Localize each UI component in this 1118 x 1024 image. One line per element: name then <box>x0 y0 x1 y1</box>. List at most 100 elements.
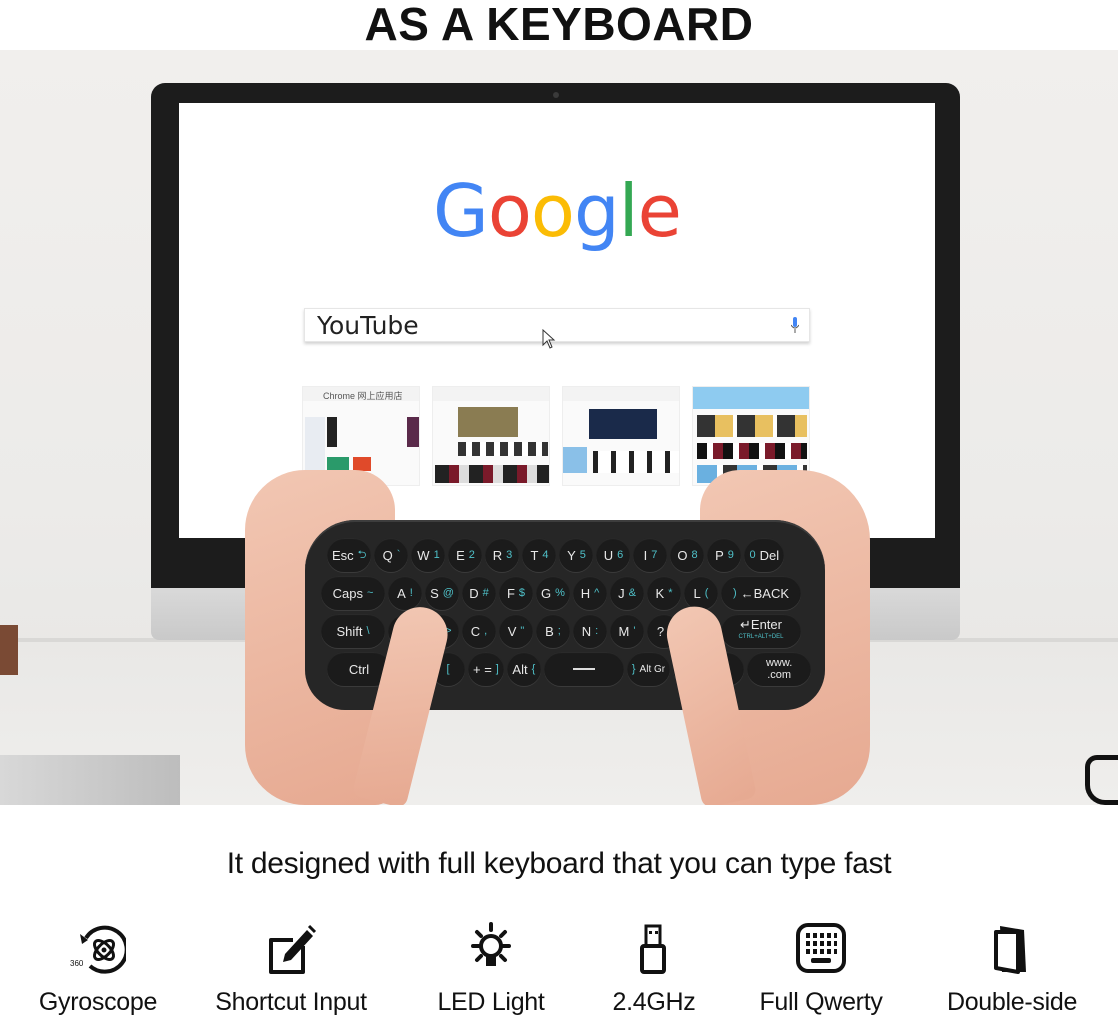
key-label: R <box>492 547 503 563</box>
key-altgr[interactable]: } Alt Gr <box>626 652 671 686</box>
key-r[interactable]: R3 <box>485 538 520 572</box>
key-t[interactable]: T4 <box>522 538 557 572</box>
key-sublabel: 0 <box>749 549 756 561</box>
key-c[interactable]: C, <box>462 614 496 648</box>
double-side-icon <box>994 926 1026 974</box>
key-u[interactable]: U6 <box>596 538 631 572</box>
key-label: www. .com <box>765 657 793 681</box>
key-sublabel: & <box>628 587 636 599</box>
key-label: K <box>655 585 665 601</box>
key-sublabel: ' <box>633 625 636 637</box>
key-v[interactable]: V " <box>499 614 533 648</box>
key-label: D <box>469 585 479 601</box>
feature-list: 360 Gyroscope Shortcut Input LED Light 2… <box>0 920 1118 1024</box>
thumb-block <box>327 417 337 447</box>
key-www[interactable]: www. .com <box>747 652 812 686</box>
key-caps[interactable]: Caps ~ <box>321 576 385 610</box>
key-f[interactable]: F $ <box>499 576 533 610</box>
key-label: Alt <box>512 661 528 677</box>
key-label: N <box>581 623 592 639</box>
webcam <box>553 92 559 98</box>
key-w[interactable]: W1 <box>411 538 446 572</box>
search-value: YouTube <box>317 310 419 340</box>
key-label: [ <box>446 663 450 675</box>
key-o[interactable]: O8 <box>670 538 705 572</box>
key-label: F <box>506 585 515 601</box>
key-label: M <box>618 623 630 639</box>
key-sublabel: $ <box>518 587 526 599</box>
gyroscope-icon: 360 <box>70 925 126 974</box>
mic-icon[interactable] <box>791 317 799 334</box>
key-del[interactable]: 0 Del <box>744 538 785 572</box>
feature-label: Double-side <box>946 988 1078 1016</box>
glasses <box>1085 755 1118 805</box>
feature-full-qwerty: Full Qwerty <box>731 920 911 1017</box>
thumbnail-shop-1[interactable] <box>432 386 550 486</box>
key-m[interactable]: M ' <box>610 614 644 648</box>
key-enter[interactable]: ↵Enter CTRL+ALT+DEL <box>721 614 801 648</box>
thumb-block <box>458 407 518 437</box>
key-i[interactable]: I7 <box>633 538 668 572</box>
key-sublabel: 8 <box>691 549 698 561</box>
key-e[interactable]: E2 <box>448 538 483 572</box>
thumb-block <box>458 442 548 456</box>
key-label: A <box>397 585 406 601</box>
key-sublabel: ] <box>495 663 499 675</box>
key-label: Caps <box>332 585 363 601</box>
search-input[interactable]: YouTube <box>304 308 810 349</box>
key-h[interactable]: H ^ <box>573 576 607 610</box>
key-k[interactable]: K * <box>647 576 681 610</box>
key-sublabel: 3 <box>506 549 513 561</box>
key-label: C <box>470 623 481 639</box>
key-label: O <box>677 547 688 563</box>
key-space[interactable] <box>543 652 624 686</box>
key-q[interactable]: Q ` <box>374 538 409 572</box>
key-label: Ctrl <box>348 661 370 677</box>
key-label: Del <box>759 547 780 563</box>
key-label: ? <box>656 623 665 639</box>
feature-label: Full Qwerty <box>759 988 883 1016</box>
key-alt[interactable]: Alt{ <box>506 652 541 686</box>
key-j[interactable]: J & <box>610 576 644 610</box>
key-label: Esc <box>332 547 354 563</box>
key-sublabel: ; <box>557 625 561 637</box>
key-sublabel: 2 <box>468 549 475 561</box>
key-y[interactable]: Y5 <box>559 538 594 572</box>
feature-label: 2.4GHz <box>612 988 696 1016</box>
key-s[interactable]: S @ <box>425 576 459 610</box>
key-p[interactable]: P9 <box>707 538 742 572</box>
feature-shortcut-input: Shortcut Input <box>201 920 381 1017</box>
thumb-block <box>589 409 657 439</box>
key-backspace[interactable]: ) ←BACK <box>721 576 801 610</box>
thumbnail-shop-2[interactable] <box>562 386 680 486</box>
key-l[interactable]: L( <box>684 576 718 610</box>
key-d[interactable]: D # <box>462 576 496 610</box>
key-label: ↵Enter <box>740 617 782 632</box>
key-g[interactable]: G% <box>536 576 570 610</box>
thumb-block <box>353 457 371 471</box>
thumb-block <box>593 451 679 473</box>
thumb-block <box>327 457 349 471</box>
logo-letter: l <box>618 169 639 253</box>
key-label: B <box>545 623 554 639</box>
feature-double-side: Double-side <box>922 920 1102 1017</box>
key-esc[interactable]: Esc ⮌ <box>327 538 372 572</box>
page-headline: AS A KEYBOARD <box>364 0 754 50</box>
key-n[interactable]: N: <box>573 614 607 648</box>
key-shift[interactable]: Shift \ <box>321 614 385 648</box>
key-plus[interactable]: + =] <box>468 652 504 686</box>
key-sublabel: ⮌ <box>357 548 367 561</box>
keyboard-row-1: Esc ⮌ Q ` W1 E2 R3 T4 Y5 U6 I7 O8 P9 0 Del <box>327 538 785 572</box>
key-label: U <box>603 547 614 563</box>
key-b[interactable]: B; <box>536 614 570 648</box>
key-sublabel: CTRL+ALT+DEL <box>738 634 784 640</box>
key-sublabel: ` <box>396 549 401 561</box>
key-label: W <box>417 547 430 563</box>
key-label: V <box>507 623 517 639</box>
key-label: Q <box>382 547 393 563</box>
key-a[interactable]: A! <box>388 576 422 610</box>
caption: It designed with full keyboard that you … <box>226 847 892 880</box>
thumb-block <box>407 417 419 447</box>
key-sublabel: # <box>482 587 489 599</box>
key-label: J <box>618 585 625 601</box>
